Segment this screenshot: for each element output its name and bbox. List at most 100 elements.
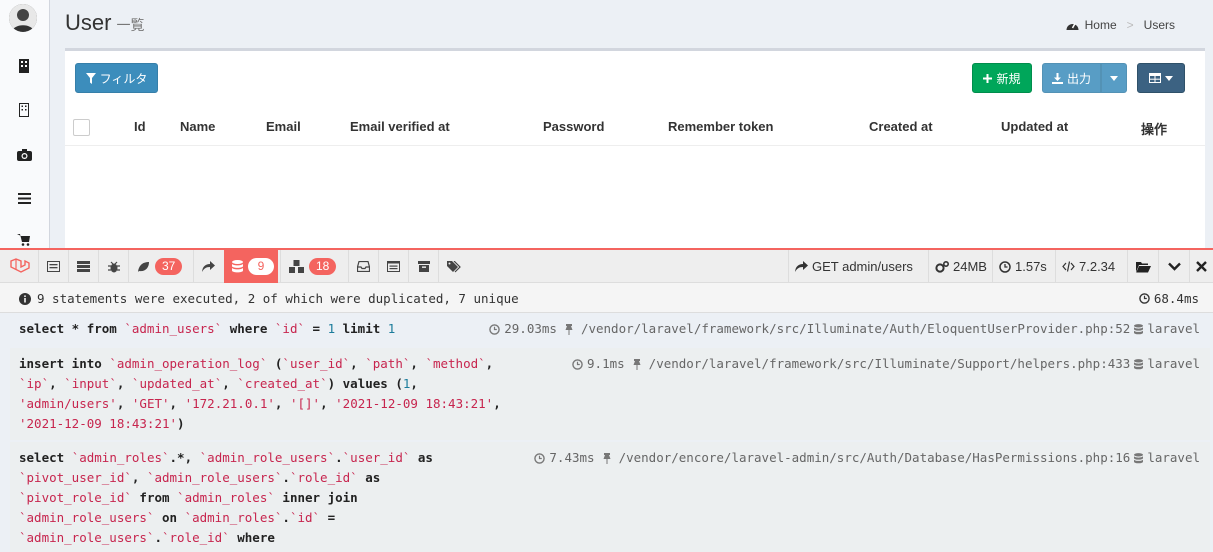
column-header-email-verified-at[interactable]: Email verified at [350,119,450,134]
queries-total-duration-value: 68.4ms [1153,291,1199,306]
thumbtack-icon [633,358,641,370]
column-selector-button[interactable] [1137,63,1185,93]
page-title-text: User [65,10,112,35]
list-icon[interactable] [14,189,34,207]
filter-button-label: フィルタ [99,71,148,86]
cogs-icon [935,260,949,273]
queries-count-badge: 9 [248,258,274,275]
select-all-checkbox[interactable] [73,119,90,136]
database-icon [1134,452,1144,464]
main-content: User 一覧 Home > Users フィルタ 新規 出力 Id Name … [50,0,1213,248]
open-history-button[interactable] [1127,250,1158,283]
minimize-button[interactable] [1158,250,1189,283]
archive-icon [417,261,430,272]
sql-source-path: /vendor/laravel/framework/src/Illuminate… [648,356,1131,371]
sql-statement[interactable]: select * from `admin_users` where `id` =… [10,313,1210,346]
request-method-uri: GET admin/users [812,259,913,274]
views-tab[interactable]: 37 [128,250,190,283]
database-icon [1134,323,1144,335]
inbox-icon [357,261,370,272]
gate-tab[interactable] [438,250,468,283]
table-icon [1149,73,1161,83]
queries-summary-message: 9 statements were executed, 2 of which w… [19,291,519,306]
sql-meta: 7.43ms /vendor/encore/laravel-admin/src/… [534,448,1200,468]
share-icon [202,261,215,272]
sql-connection: laravel [1147,321,1200,336]
breadcrumb-current: Users [1143,18,1175,32]
database-icon [1134,358,1144,370]
request-tab-icon [387,261,400,272]
shopping-cart-icon[interactable] [14,233,34,248]
user-avatar[interactable] [9,4,37,32]
sql-statement[interactable]: select `admin_roles`.*, `admin_role_user… [10,442,1210,552]
queries-summary-text: 9 statements were executed, 2 of which w… [37,291,519,306]
breadcrumb-home[interactable]: Home [1085,18,1117,32]
column-header-name[interactable]: Name [180,119,215,134]
sql-text: insert into `admin_operation_log` (`user… [19,356,501,431]
memory-usage: 24MB [953,259,987,274]
column-header-updated-at[interactable]: Updated at [1001,119,1068,134]
messages-tab-icon [47,261,60,272]
camera-icon[interactable] [14,145,34,163]
cubes-icon [289,260,304,273]
folder-open-icon [1135,261,1151,273]
models-count-badge: 18 [309,258,337,275]
new-button-label: 新規 [996,71,1021,86]
timeline-tab-icon [77,261,90,272]
dashboard-icon [1066,20,1079,31]
share-icon [795,261,808,272]
grid-box: フィルタ 新規 出力 Id Name Email Email verified … [65,48,1205,248]
mails-tab[interactable] [348,250,378,283]
column-header-password[interactable]: Password [543,119,604,134]
filter-icon [85,72,96,84]
building-outline-icon[interactable] [14,101,34,119]
sql-source-path: /vendor/laravel/framework/src/Illuminate… [580,321,1131,336]
request-info[interactable]: GET admin/users [788,250,928,283]
caret-down-icon [1165,75,1173,81]
queries-total-duration: 68.4ms [1139,291,1199,306]
route-tab[interactable] [193,250,223,283]
building-icon[interactable] [14,57,34,75]
info-icon [19,292,31,305]
column-header-remember-token[interactable]: Remember token [668,119,773,134]
filter-button[interactable]: フィルタ [75,63,158,93]
plus-icon [983,73,993,83]
thumbtack-icon [603,452,611,464]
time-info[interactable]: 1.57s [992,250,1055,283]
debugbar-header: 37 9 18 GET admin/users 24MB 1.57s 7.2.3… [0,248,1213,283]
php-version: 7.2.34 [1079,259,1116,274]
request-duration: 1.57s [1015,259,1047,274]
php-version-info: 7.2.34 [1055,250,1127,283]
models-tab[interactable]: 18 [280,250,346,283]
column-header-id[interactable]: Id [134,119,146,134]
clock-icon [1139,293,1150,304]
sql-duration: 9.1ms [587,356,625,371]
queries-tab[interactable]: 9 [224,250,278,283]
close-icon [1196,261,1207,272]
close-button[interactable] [1189,250,1213,283]
clock-icon [999,260,1011,273]
messages-tab[interactable] [38,250,68,283]
clock-icon [534,452,546,464]
clock-icon [489,323,501,335]
caret-down-icon [1110,75,1118,81]
export-button[interactable]: 出力 [1042,63,1101,93]
column-header-created-at[interactable]: Created at [869,119,933,134]
session-tab[interactable] [408,250,438,283]
thumbtack-icon [565,323,573,335]
laravel-logo-icon[interactable] [6,250,34,283]
export-dropdown-toggle[interactable] [1101,63,1127,93]
sql-meta: 29.03ms /vendor/laravel/framework/src/Il… [489,319,1200,339]
sql-meta: 9.1ms /vendor/laravel/framework/src/Illu… [572,354,1200,374]
tags-icon [446,260,461,273]
clock-icon [572,358,583,370]
sql-text: select * from `admin_users` where `id` =… [19,321,396,336]
column-header-email[interactable]: Email [266,119,301,134]
request-tab[interactable] [378,250,408,283]
bug-icon [107,261,120,273]
timeline-tab[interactable] [68,250,98,283]
sql-statement[interactable]: insert into `admin_operation_log` (`user… [10,348,1210,440]
new-button[interactable]: 新規 [972,63,1032,93]
exceptions-tab[interactable] [98,250,128,283]
column-header-actions: 操作 [1141,122,1168,137]
